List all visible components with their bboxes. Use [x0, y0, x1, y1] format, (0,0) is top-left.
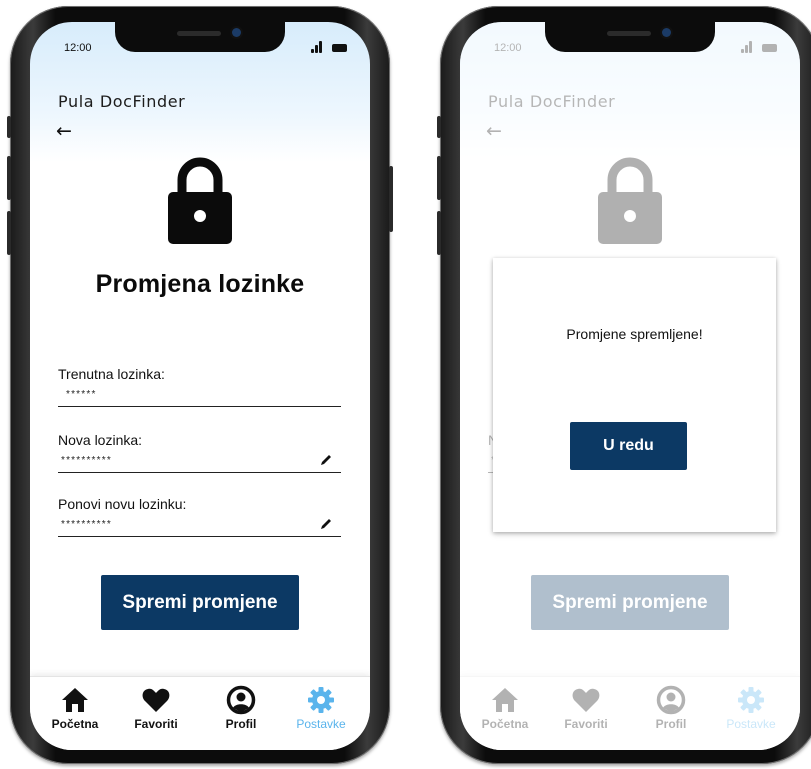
bottom-nav: Početna Favoriti Profil [30, 676, 370, 750]
lock-icon [168, 157, 232, 244]
pencil-icon[interactable] [319, 517, 333, 531]
repeat-password-label: Ponovi novu lozinku: [58, 496, 187, 512]
new-password-value: ********** [61, 455, 112, 466]
tab-home[interactable]: Početna [40, 685, 110, 731]
tab-settings-label: Postavke [296, 717, 346, 731]
heart-icon [142, 688, 170, 712]
volume-down-button [7, 211, 11, 255]
current-password-label: Trenutna lozinka: [58, 366, 165, 382]
repeat-password-value: ********** [61, 519, 112, 530]
status-time: 12:00 [64, 42, 92, 54]
current-password-value: ****** [66, 389, 97, 400]
volume-down-button [437, 211, 441, 255]
phone-frame-left: 12:00 Pula DocFinder ← Promjena lozinke … [7, 6, 393, 764]
signal-icon [311, 41, 325, 53]
gear-icon [308, 687, 334, 713]
tab-favorites[interactable]: Favoriti [121, 685, 191, 731]
dialog-message: Promjene spremljene! [566, 326, 703, 342]
tab-profile[interactable]: Profil [206, 685, 276, 731]
tab-profile-label: Profil [225, 717, 257, 731]
user-circle-icon [226, 685, 256, 715]
repeat-password-input[interactable]: ********** [58, 514, 341, 537]
confirmation-dialog: Promjene spremljene! U redu [493, 258, 776, 532]
page-title: Promjena lozinke [95, 270, 305, 298]
current-password-field: Trenutna lozinka: ****** [58, 366, 341, 407]
notch [115, 22, 285, 52]
app-title: Pula DocFinder [58, 92, 186, 111]
mute-switch [437, 116, 441, 138]
ok-button[interactable]: U redu [570, 422, 687, 470]
speaker [177, 31, 221, 36]
save-changes-button[interactable]: Spremi promjene [101, 575, 299, 630]
volume-up-button [437, 156, 441, 200]
mute-switch [7, 116, 11, 138]
volume-up-button [7, 156, 11, 200]
camera [232, 28, 241, 37]
new-password-input[interactable]: ********** [58, 450, 341, 473]
new-password-label: Nova lozinka: [58, 432, 143, 448]
tab-favorites-label: Favoriti [134, 717, 178, 731]
battery-icon [332, 44, 347, 52]
screen: 12:00 Pula DocFinder ← Nova lozinka: ***… [460, 22, 800, 750]
camera [662, 28, 671, 37]
back-arrow-icon[interactable]: ← [56, 121, 72, 141]
repeat-password-field: Ponovi novu lozinku: ********** [58, 496, 341, 537]
phone-frame-right: 12:00 Pula DocFinder ← Nova lozinka: ***… [437, 6, 811, 764]
notch [545, 22, 715, 52]
tab-home-label: Početna [51, 717, 99, 731]
home-icon [62, 688, 88, 712]
speaker [607, 31, 651, 36]
tab-settings[interactable]: Postavke [286, 685, 356, 731]
new-password-field: Nova lozinka: ********** [58, 432, 341, 473]
pencil-icon[interactable] [319, 453, 333, 467]
power-button [389, 166, 393, 232]
current-password-input[interactable]: ****** [58, 384, 341, 407]
screen: 12:00 Pula DocFinder ← Promjena lozinke … [30, 22, 370, 750]
